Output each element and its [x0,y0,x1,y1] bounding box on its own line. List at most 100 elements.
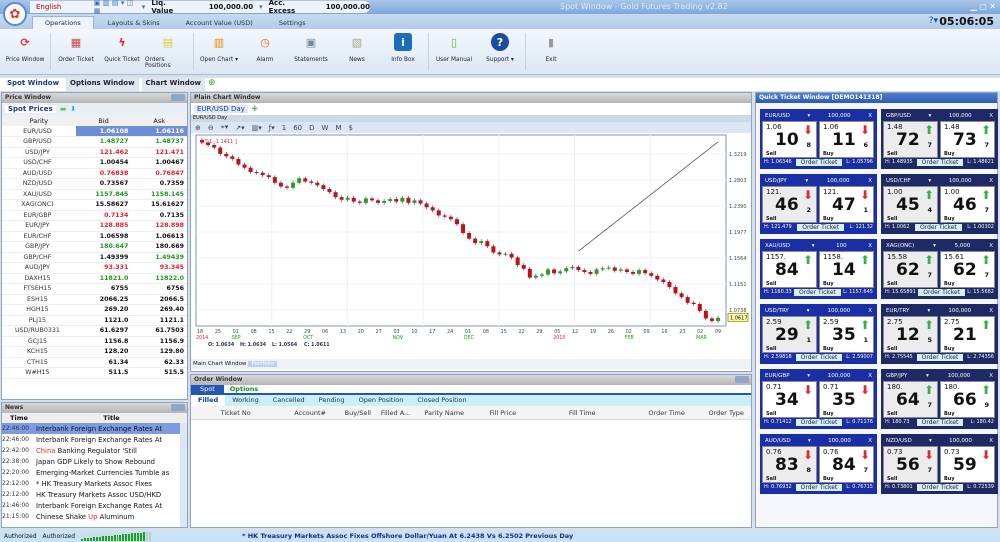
order-ticket-button[interactable]: Order Ticket [916,483,964,491]
ribbon-tab[interactable]: Account Value (USD) [174,17,265,29]
price-row[interactable]: USD/JPY 121.462 121.471 [2,147,187,158]
symbol-dropdown-icon[interactable]: ▾ [933,243,936,249]
language-select[interactable]: English [36,3,88,11]
ask[interactable]: 0.7135 [131,210,187,221]
order-ticket-button[interactable]: Order Ticket [915,223,962,231]
timeframe-dropdown[interactable]: 60 [293,124,302,132]
sell-button[interactable]: 1.06 10 8 Sell ⬇ [762,121,817,158]
ribbon-tab[interactable]: Layouts & Skins [96,17,172,29]
order-subtab[interactable]: Closed Position [410,395,473,406]
close-icon[interactable]: X [868,308,872,314]
bid[interactable]: 511.5 [75,367,132,379]
order-ticket-button[interactable]: Order Ticket [795,158,843,166]
tab-main-chart[interactable]: Main Chart Window [193,361,246,367]
ticket-symbol[interactable]: EUR/USD [765,113,790,119]
symbol-dropdown-icon[interactable]: ▾ [927,308,930,314]
ticket-quantity[interactable]: 100 [836,243,847,249]
ribbon-button-alarm[interactable]: ◷ Alarm [242,29,288,74]
bid[interactable]: 121.462 [75,147,132,158]
ask[interactable]: 1.48737 [131,136,187,148]
price-row[interactable]: GBP/CHF 1.49399 1.49439 [2,252,187,263]
column-header[interactable]: Ask [131,115,187,126]
ribbon-tab[interactable]: Operations [32,16,94,29]
price-row[interactable]: NZD/USD 0.73567 0.7359 [2,178,187,190]
ask[interactable]: 1.00467 [131,157,187,169]
column-header[interactable]: Parity Name [415,409,473,417]
price-row[interactable]: W#H15 511.5 515.5 [2,367,187,379]
ask[interactable]: 1158.145 [131,189,187,200]
ask[interactable]: 515.5 [131,367,187,379]
ticket-symbol[interactable]: XAG(ONC) [886,243,914,249]
bid[interactable]: 269.20 [75,304,132,316]
order-ticket-button[interactable]: Order Ticket [916,418,964,426]
order-subtab[interactable]: Cancelled [266,395,312,406]
acc-dropdown-icon[interactable]: ▾ [259,3,263,11]
symbol-dropdown-icon[interactable]: ▾ [805,178,808,184]
bid[interactable]: 0.73567 [75,178,132,190]
ask[interactable]: 0.76847 [131,168,187,179]
app-logo-icon[interactable]: ✿ [3,2,27,26]
close-icon[interactable]: X [989,308,993,314]
buy-button[interactable]: 121. 47 1 Buy ⬇ [819,186,874,223]
ticket-quantity[interactable]: 100,000 [828,373,851,379]
order-subtab[interactable]: Filled [191,395,226,406]
ticket-quantity[interactable]: 100,000 [948,308,971,314]
price-row[interactable]: FTSEH15 6755 6756 [2,283,187,295]
bid[interactable]: 1.06108 [75,126,132,137]
order-subtab[interactable]: Working [225,395,266,406]
ask[interactable]: 61.7503 [131,325,187,337]
symbol-dropdown-icon[interactable]: ▾ [812,243,815,249]
column-header[interactable]: Account# [280,409,340,417]
buy-button[interactable]: 2.75 21 Buy ⬆ [940,316,995,353]
ticket-symbol[interactable]: EUR/GBP [765,373,790,379]
close-icon[interactable]: X [868,243,872,249]
ask[interactable]: 128.898 [131,220,187,232]
tab-portfolio[interactable]: Portfolio [248,361,278,367]
ribbon-button-quick-ticket[interactable]: ϟ Quick Ticket [99,29,145,74]
ticket-quantity[interactable]: 100,000 [828,308,851,314]
price-row[interactable]: AUD/USD 0.76838 0.76847 [2,168,187,179]
buy-button[interactable]: 1.48 73 7 Buy ⬆ [940,121,995,158]
ask[interactable]: 62.33 [131,357,187,368]
tab-spot-prices[interactable]: Spot Prices [5,105,56,113]
order-subtab[interactable]: Open Position [352,395,411,406]
timeframe-dropdown[interactable]: 1 [282,124,286,132]
liq-dropdown-icon[interactable]: ▾ [142,3,146,11]
ticket-symbol[interactable]: AUD/USD [765,438,791,444]
bid[interactable]: 1.48727 [75,136,132,148]
price-row[interactable]: CTH15 61.34 62.33 [2,357,187,368]
ticket-symbol[interactable]: NZD/USD [886,438,912,444]
order-ticket-button[interactable]: Order Ticket [795,483,843,491]
ribbon-button-orders-positions[interactable]: ▤ Orders Positions [145,29,191,74]
ribbon-button-info-box[interactable]: i Info Box [380,29,426,74]
ask[interactable]: 129.80 [131,346,187,358]
symbol-dropdown-icon[interactable]: ▾ [929,113,932,119]
ticket-quantity[interactable]: 100,000 [949,438,972,444]
ribbon-tab[interactable]: Settings [267,17,318,29]
price-row[interactable]: XAG(ONC) 15.58627 15.61627 [2,199,187,211]
price-row[interactable]: EUR/CHF 1.06598 1.06613 [2,231,187,242]
ticket-symbol[interactable]: XAU/USD [765,243,790,249]
order-ticket-button[interactable]: Order Ticket [795,418,843,426]
window-tab[interactable]: Options Window [66,78,139,91]
ticket-quantity[interactable]: 100,000 [827,178,850,184]
ask[interactable]: 1.06613 [131,231,187,242]
price-row[interactable]: KCH15 128.20 129.80 [2,346,187,358]
sell-button[interactable]: 2.75 12 5 Sell ⬆ [883,316,938,353]
draw-tool-icon[interactable]: ↗▾ [235,124,244,132]
ask[interactable]: 1.06116 [131,126,187,137]
panel-controls[interactable] [735,376,749,383]
ticket-quantity[interactable]: 100,000 [948,373,971,379]
bid[interactable]: 0.7134 [75,210,132,221]
close-icon[interactable]: X [989,113,993,119]
ticket-quantity[interactable]: 100,000 [949,178,972,184]
symbol-dropdown-icon[interactable]: ▾ [926,373,929,379]
bid[interactable]: 180.647 [75,241,132,253]
news-item[interactable]: 22:46:00 Interbank Foreign Exchange Rates… [2,423,187,434]
down-arrow-icon[interactable]: ⬇ [70,105,76,113]
buy-button[interactable]: 15.61 62 7 Buy ⬆ [940,251,995,288]
price-row[interactable]: DAXH15 11821.0 11822.0 [2,273,187,284]
close-icon[interactable]: X [868,373,872,379]
bid[interactable]: 1156.8 [75,336,132,347]
news-item[interactable]: 22:12:00 * HK Treasury Markets Assoc Fixe… [2,478,187,489]
